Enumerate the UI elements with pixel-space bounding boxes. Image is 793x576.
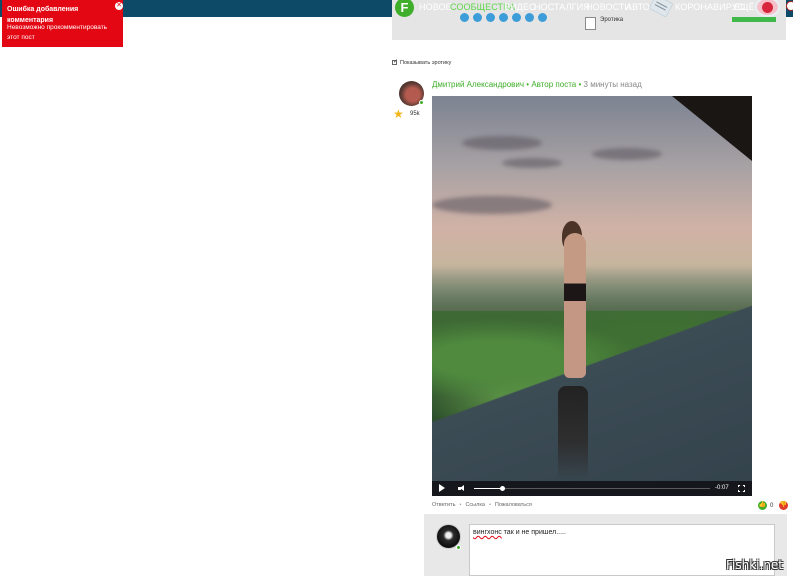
checkbox-icon[interactable] xyxy=(392,58,398,65)
comment-header: Дмитрий Александрович • Автор поста • 3 … xyxy=(432,80,642,89)
downvote-icon[interactable]: 👎 xyxy=(779,501,788,510)
toolbar-dot-icon[interactable] xyxy=(538,13,547,22)
author-rating: 95k xyxy=(410,111,420,117)
separator: • xyxy=(459,502,462,508)
erotica-label: Эротика xyxy=(600,17,624,23)
separator: • xyxy=(488,502,491,508)
online-status-icon xyxy=(419,100,424,105)
comment-actions: Ответить • Ссылка • Пожаловаться xyxy=(432,502,532,508)
toolbar-dot-icon[interactable] xyxy=(486,13,495,22)
link-link[interactable]: Ссылка xyxy=(465,502,484,508)
toolbar-dot-icon[interactable] xyxy=(512,13,521,22)
play-icon[interactable] xyxy=(439,484,445,492)
reply-text: так и не пришел..... xyxy=(501,529,566,536)
roof xyxy=(672,96,752,161)
submit-button[interactable] xyxy=(732,17,776,22)
error-toast: Ошибка добавления комментария Невозможно… xyxy=(2,0,123,47)
figure-body xyxy=(564,233,586,378)
toolbar-dot-icon[interactable] xyxy=(460,13,469,22)
error-message: Невозможно прокомментировать этот пост xyxy=(7,24,108,41)
time-remaining: -0:07 xyxy=(715,485,729,491)
toolbar-dot-icon[interactable] xyxy=(473,13,482,22)
erotica-checkbox[interactable] xyxy=(585,17,596,30)
seek-progress xyxy=(474,488,503,489)
separator: • xyxy=(578,80,582,89)
fullscreen-icon[interactable] xyxy=(738,485,745,492)
volume-icon[interactable] xyxy=(458,485,467,492)
nav-item-nostalgia[interactable]: НОСТАЛГИЯ xyxy=(534,2,590,12)
toolbar-dot-icon[interactable] xyxy=(525,13,534,22)
report-link[interactable]: Пожаловаться xyxy=(495,502,532,508)
separator: • xyxy=(526,80,530,89)
comment-time[interactable]: 3 минуты назад xyxy=(584,80,642,89)
vote-count: 0 xyxy=(770,503,774,509)
nav-item-new[interactable]: НОВОЕ xyxy=(419,2,452,12)
author-badge: Автор поста xyxy=(531,80,577,89)
comment-author-name[interactable]: Дмитрий Александрович xyxy=(432,80,524,89)
toolbar-dot-icon[interactable] xyxy=(499,13,508,22)
nav-item-auto[interactable]: АВТО xyxy=(626,2,650,12)
watermark: Fishki.net xyxy=(726,558,784,572)
upvote-icon[interactable]: 👍 xyxy=(758,501,767,510)
nav-item-video[interactable]: ВИДЕО xyxy=(504,2,536,12)
online-status-icon xyxy=(456,545,461,550)
nav-item-news[interactable]: НОВОСТИ xyxy=(586,2,631,12)
seek-handle[interactable] xyxy=(500,486,506,491)
comment-video[interactable] xyxy=(432,96,752,496)
star-icon: ★ xyxy=(393,107,404,121)
notifications-icon[interactable] xyxy=(786,1,793,11)
seek-bar[interactable] xyxy=(474,486,710,491)
reply-mention: вингхонс xyxy=(473,529,502,536)
video-controls: -0:07 xyxy=(432,481,752,496)
woman-figure xyxy=(556,221,592,381)
show-erotica-toggle[interactable]: Показывать эротику xyxy=(392,58,452,66)
show-erotica-label: Показывать эротику xyxy=(400,60,452,66)
nav-item-more[interactable]: ЕЩЁ xyxy=(734,2,755,12)
water-reflection xyxy=(558,386,588,481)
reply-link[interactable]: Ответить xyxy=(432,502,456,508)
close-icon[interactable]: ✕ xyxy=(115,2,123,10)
